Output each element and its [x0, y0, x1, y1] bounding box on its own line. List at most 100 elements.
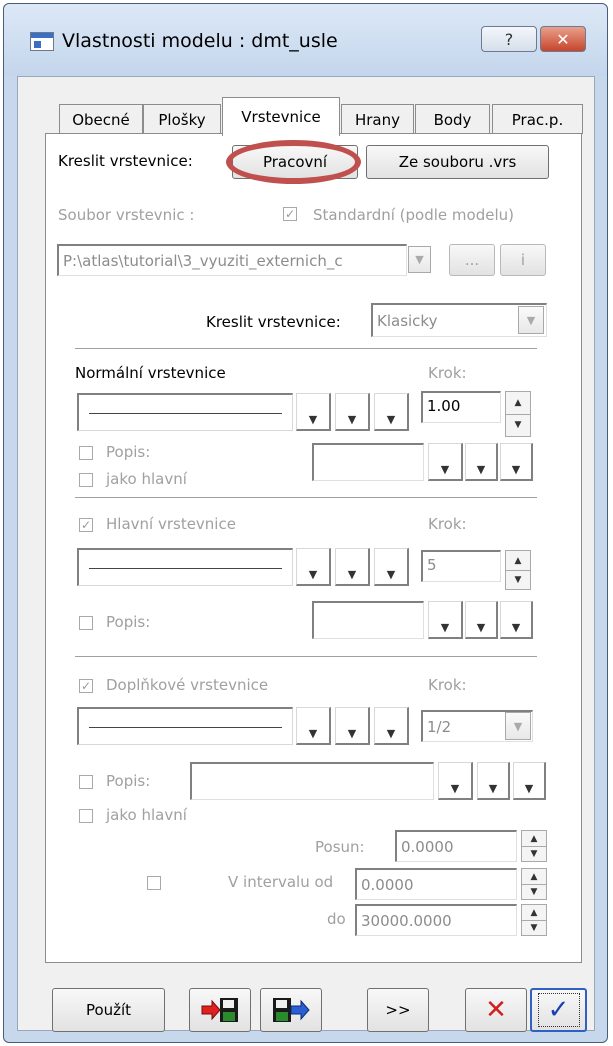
interval-label: V intervalu od	[228, 873, 334, 891]
shift-field[interactable]: 0.0000	[395, 830, 517, 862]
contour-file-path: P:\atlas\tutorial\3_vyuziti_externich_c	[63, 251, 343, 270]
shift-label: Posun:	[315, 838, 365, 856]
window-title: Vlastnosti modelu : dmt_usle	[62, 30, 338, 52]
interval-from-spinner[interactable]: ▲ ▼	[521, 868, 547, 900]
import-disk-icon	[201, 998, 238, 1022]
chevron-down-icon[interactable]: ▼	[505, 712, 531, 740]
normal-line-color-dropdown[interactable]: ▼	[374, 393, 409, 431]
main-line-width-dropdown[interactable]: ▼	[335, 548, 370, 586]
ok-check-icon: ✓	[547, 995, 570, 1025]
tab-plosky[interactable]: Plošky	[143, 104, 221, 134]
cancel-button[interactable]: ✕	[465, 988, 527, 1032]
normal-desc-size-dropdown[interactable]: ▼	[465, 443, 498, 481]
interval-from-field[interactable]: 0.0000	[355, 868, 517, 900]
main-line-type-dropdown[interactable]: ▼	[296, 548, 331, 586]
normal-desc-color-dropdown[interactable]: ▼	[500, 443, 533, 481]
main-step-field[interactable]: 5	[421, 550, 501, 582]
normal-contours-title: Normální vrstevnice	[75, 364, 226, 382]
divider	[75, 348, 537, 350]
extra-line-width-dropdown[interactable]: ▼	[335, 707, 370, 745]
interval-to-spinner[interactable]: ▲ ▼	[521, 904, 547, 936]
main-step-spinner[interactable]: ▲ ▼	[505, 550, 531, 590]
extra-desc-font-dropdown[interactable]: ▼	[438, 762, 473, 800]
close-window-button[interactable]: ✕	[540, 26, 586, 52]
normal-desc-checkbox[interactable]	[79, 446, 93, 460]
normal-desc-font-field[interactable]	[312, 443, 424, 481]
interval-to-value: 30000.0000	[361, 911, 452, 930]
info-button[interactable]: i	[500, 244, 546, 276]
main-desc-checkbox[interactable]	[79, 616, 93, 630]
extra-line-style[interactable]	[77, 707, 293, 745]
chevron-down-icon[interactable]: ▼	[408, 246, 431, 273]
extra-desc-size-dropdown[interactable]: ▼	[477, 762, 510, 800]
extra-as-main-label: jako hlavní	[106, 806, 187, 824]
normal-step-field[interactable]: 1.00	[421, 391, 501, 423]
main-contours-title: Hlavní vrstevnice	[106, 515, 236, 533]
extra-step-label: Krok:	[428, 676, 467, 694]
export-disk-icon	[273, 998, 310, 1022]
shift-value: 0.0000	[401, 837, 454, 856]
export-button[interactable]	[260, 988, 322, 1032]
interval-checkbox[interactable]	[147, 876, 161, 890]
main-desc-label: Popis:	[106, 613, 151, 631]
divider	[75, 497, 537, 499]
ok-button[interactable]: ✓	[530, 988, 587, 1032]
normal-step-value: 1.00	[427, 397, 461, 415]
standard-checkbox[interactable]: ✓	[283, 207, 297, 221]
extra-line-type-dropdown[interactable]: ▼	[296, 707, 331, 745]
main-step-value: 5	[427, 556, 437, 574]
highlight-circle	[226, 140, 361, 184]
normal-as-main-label: jako hlavní	[106, 470, 187, 488]
normal-desc-label: Popis:	[106, 443, 151, 461]
style-value: Klasicky	[377, 311, 438, 330]
browse-button[interactable]: ...	[449, 244, 495, 276]
main-desc-font-field[interactable]	[312, 601, 424, 639]
tab-hrany[interactable]: Hrany	[341, 104, 414, 134]
main-line-color-dropdown[interactable]: ▼	[374, 548, 409, 586]
draw-label: Kreslit vrstevnice:	[58, 152, 193, 170]
normal-line-type-dropdown[interactable]: ▼	[296, 393, 331, 431]
help-button[interactable]: ?	[481, 26, 537, 52]
shift-spinner[interactable]: ▲ ▼	[521, 830, 547, 862]
chevron-down-icon[interactable]: ▼	[518, 306, 544, 334]
main-contours-checkbox[interactable]: ✓	[79, 518, 93, 532]
main-step-label: Krok:	[428, 515, 467, 533]
more-button[interactable]: >>	[367, 988, 429, 1032]
tab-pracp[interactable]: Prac.p.	[492, 104, 583, 134]
tab-vrstevnice[interactable]: Vrstevnice	[222, 97, 340, 136]
interval-from-value: 0.0000	[361, 875, 414, 894]
extra-step-value: 1/2	[427, 717, 452, 736]
extra-as-main-checkbox[interactable]	[79, 809, 93, 823]
extra-desc-checkbox[interactable]	[79, 775, 93, 789]
cancel-x-icon: ✕	[485, 995, 507, 1025]
window-icon	[30, 32, 54, 51]
extra-desc-font-field[interactable]	[190, 762, 434, 800]
interval-to-label: do	[327, 910, 346, 928]
normal-desc-font-dropdown[interactable]: ▼	[428, 443, 463, 481]
contour-file-label: Soubor vrstevnic :	[58, 206, 195, 224]
divider	[75, 656, 537, 658]
main-line-style[interactable]	[77, 548, 293, 586]
extra-desc-label: Popis:	[106, 772, 151, 790]
extra-contours-title: Doplňkové vrstevnice	[106, 676, 269, 694]
contour-file-path-field[interactable]: P:\atlas\tutorial\3_vyuziti_externich_c	[57, 244, 407, 276]
normal-as-main-checkbox[interactable]	[79, 473, 93, 487]
main-desc-font-dropdown[interactable]: ▼	[428, 601, 463, 639]
extra-desc-color-dropdown[interactable]: ▼	[513, 762, 546, 800]
extra-line-color-dropdown[interactable]: ▼	[374, 707, 409, 745]
main-desc-color-dropdown[interactable]: ▼	[500, 601, 533, 639]
import-button[interactable]	[189, 988, 251, 1032]
file-contours-button[interactable]: Ze souboru .vrs	[366, 145, 549, 179]
interval-to-field[interactable]: 30000.0000	[355, 904, 517, 936]
tab-obecne[interactable]: Obecné	[59, 104, 143, 134]
extra-contours-checkbox[interactable]: ✓	[79, 679, 93, 693]
style-label: Kreslit vrstevnice:	[206, 313, 341, 331]
normal-step-label: Krok:	[428, 364, 467, 382]
apply-button[interactable]: Použít	[52, 988, 165, 1032]
standard-label: Standardní (podle modelu)	[313, 206, 514, 224]
tab-body[interactable]: Body	[415, 104, 490, 134]
normal-line-style[interactable]	[77, 393, 293, 431]
normal-line-width-dropdown[interactable]: ▼	[335, 393, 370, 431]
normal-step-spinner[interactable]: ▲ ▼	[505, 391, 531, 437]
main-desc-size-dropdown[interactable]: ▼	[465, 601, 498, 639]
